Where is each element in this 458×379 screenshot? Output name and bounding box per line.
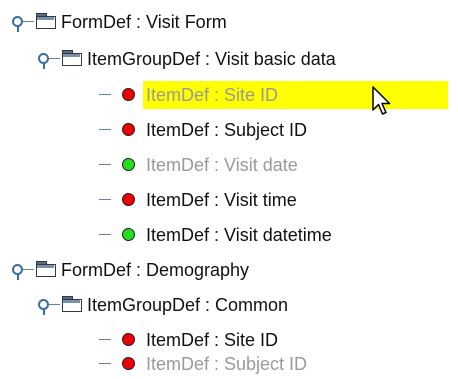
status-dot-red-icon xyxy=(122,88,135,101)
tree-node-item-subject-id-2[interactable]: ItemDef : Subject ID xyxy=(0,349,458,379)
folder-icon xyxy=(62,296,82,312)
tree-node-label-selected: ItemDef : Site ID xyxy=(143,81,448,109)
folder-icon xyxy=(36,13,56,29)
tree-expand-handle-icon[interactable] xyxy=(38,49,60,69)
tree-node-label: ItemDef : Subject ID xyxy=(146,354,308,374)
tree-connector-line xyxy=(99,164,111,165)
tree-node-form-demography[interactable]: FormDef : Demography xyxy=(0,255,458,285)
tree-connector-line xyxy=(99,234,111,235)
mouse-pointer-icon xyxy=(372,86,391,115)
tree-connector-line xyxy=(99,129,111,130)
status-dot-red-icon xyxy=(122,193,135,206)
tree-node-label: ItemGroupDef : Common xyxy=(87,295,289,315)
status-dot-red-icon xyxy=(122,357,135,370)
tree-node-item-visit-datetime[interactable]: ItemDef : Visit datetime xyxy=(0,220,458,250)
folder-icon xyxy=(62,50,82,66)
status-dot-green-icon xyxy=(122,158,135,171)
tree-node-label: ItemDef : Visit datetime xyxy=(146,225,332,245)
tree-expand-handle-icon[interactable] xyxy=(12,12,34,32)
tree-connector-line xyxy=(99,339,111,340)
status-dot-red-icon xyxy=(122,123,135,136)
tree-node-label: ItemDef : Visit time xyxy=(146,190,297,210)
tree-node-item-visit-date[interactable]: ItemDef : Visit date xyxy=(0,150,458,180)
tree-node-form-visit-form[interactable]: FormDef : Visit Form xyxy=(0,7,458,37)
tree-node-group-visit-basic-data[interactable]: ItemGroupDef : Visit basic data xyxy=(0,44,458,74)
tree-node-label: ItemGroupDef : Visit basic data xyxy=(87,49,336,69)
tree-node-item-subject-id[interactable]: ItemDef : Subject ID xyxy=(0,115,458,145)
folder-icon xyxy=(36,261,56,277)
tree-connector-line xyxy=(99,199,111,200)
tree-connector-line xyxy=(99,363,111,364)
tree-node-label: FormDef : Demography xyxy=(61,260,250,280)
tree-connector-line xyxy=(99,94,111,95)
status-dot-red-icon xyxy=(122,333,135,346)
tree-node-label: ItemDef : Visit date xyxy=(146,155,298,175)
tree-node-label: FormDef : Visit Form xyxy=(61,12,227,32)
tree-expand-handle-icon[interactable] xyxy=(12,260,34,280)
tree-node-label: ItemDef : Site ID xyxy=(146,330,279,350)
tree-node-group-common[interactable]: ItemGroupDef : Common xyxy=(0,290,458,320)
status-dot-green-icon xyxy=(122,228,135,241)
tree-node-label: ItemDef : Subject ID xyxy=(146,120,308,140)
tree-node-item-visit-time[interactable]: ItemDef : Visit time xyxy=(0,185,458,215)
tree-expand-handle-icon[interactable] xyxy=(38,295,60,315)
